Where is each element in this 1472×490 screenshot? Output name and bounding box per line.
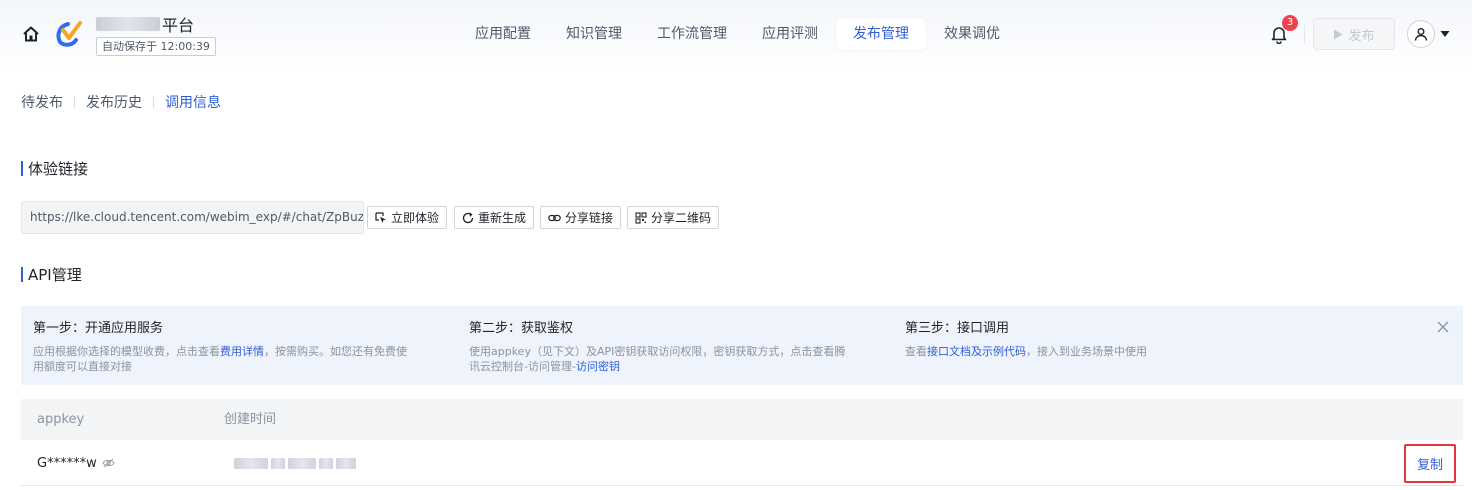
step-2-desc-text: 讯云控制台-访问管理- (469, 360, 576, 373)
appkey-cell: G******w (37, 440, 115, 486)
eye-off-icon[interactable] (102, 458, 115, 468)
link-icon (548, 214, 561, 221)
subtab-history[interactable]: 发布历史 (86, 92, 142, 112)
tab-tuning[interactable]: 效果调优 (927, 18, 1017, 50)
step-2-title: 第二步：获取鉴权 (469, 321, 574, 336)
step-2-desc: 使用appkey（见下文）及API密钥获取访问权限，密钥获取方式，点击查看腾 讯… (469, 344, 889, 374)
step-3-desc-text: 查看 (905, 345, 927, 358)
share-link-button[interactable]: 分享链接 (540, 206, 622, 229)
api-docs-link[interactable]: 接口文档及示例代码 (927, 345, 1026, 358)
step-3-desc-text: ，接入到业务场景中使用 (1026, 345, 1147, 358)
step-1-desc: 应用根据你选择的模型收费，点击查看费用详情，按需购买。如您还有免费使 用额度可以… (33, 344, 453, 374)
publish-label: 发布 (1348, 28, 1375, 44)
app-name-redacted (96, 17, 160, 31)
step-3-desc: 查看接口文档及示例代码，接入到业务场景中使用 (905, 344, 1325, 359)
step-3-title: 第三步：接口调用 (905, 321, 1010, 336)
appkey-value: G******w (37, 455, 97, 471)
refresh-icon (462, 211, 474, 223)
tab-knowledge[interactable]: 知识管理 (549, 18, 639, 50)
caret-down-icon[interactable] (1440, 30, 1450, 38)
column-header-created-time: 创建时间 (224, 412, 277, 427)
app-name: 平台 (96, 14, 195, 35)
home-icon[interactable] (22, 25, 40, 43)
section-title-experience: 体验链接 (21, 158, 88, 178)
step-1-desc-text: 用额度可以直接对接 (33, 360, 132, 373)
user-icon (1414, 28, 1428, 41)
copy-button[interactable]: 复制 (1404, 444, 1456, 483)
share-link-label: 分享链接 (565, 211, 614, 225)
qrcode-icon (635, 211, 647, 224)
app-name-suffix: 平台 (162, 16, 195, 35)
column-header-appkey: appkey (37, 412, 85, 427)
regenerate-button[interactable]: 重新生成 (454, 206, 535, 229)
try-now-button[interactable]: 立即体验 (367, 206, 448, 229)
created-time-redacted (234, 458, 356, 469)
steps-banner: 第一步：开通应用服务 应用根据你选择的模型收费，点击查看费用详情，按需购买。如您… (21, 306, 1463, 385)
tab-workflow[interactable]: 工作流管理 (640, 18, 744, 50)
access-key-link[interactable]: 访问密钥 (576, 360, 620, 373)
step-1-desc-text: 应用根据你选择的模型收费，点击查看 (33, 345, 220, 358)
play-icon (1334, 29, 1343, 39)
avatar[interactable] (1407, 20, 1435, 48)
autosave-status: 自动保存于 12:00:39 (96, 37, 216, 56)
table-row: G******w 复制 (21, 440, 1463, 486)
step-1-title: 第一步：开通应用服务 (33, 321, 164, 336)
step-1-desc-text: ，按需购买。如您还有免费使 (264, 345, 407, 358)
try-now-label: 立即体验 (391, 211, 440, 225)
main-nav: 应用配置 知识管理 工作流管理 应用评测 发布管理 效果调优 (458, 18, 1018, 50)
step-2: 第二步：获取鉴权 使用appkey（见下文）及API密钥获取访问权限，密钥获取方… (469, 320, 889, 374)
tab-app-config[interactable]: 应用配置 (458, 18, 548, 50)
step-3: 第三步：接口调用 查看接口文档及示例代码，接入到业务场景中使用 (905, 320, 1325, 359)
close-icon[interactable] (1437, 321, 1449, 333)
divider (1304, 25, 1305, 43)
cursor-icon (375, 211, 386, 223)
fee-details-link[interactable]: 费用详情 (220, 345, 264, 358)
tab-release[interactable]: 发布管理 (836, 18, 926, 50)
app-logo-icon (56, 21, 82, 47)
section-title-api: API管理 (21, 264, 82, 284)
share-qrcode-label: 分享二维码 (651, 211, 712, 225)
subtab-call-info[interactable]: 调用信息 (165, 92, 221, 112)
regenerate-label: 重新生成 (478, 211, 527, 225)
notification-badge: 3 (1282, 15, 1298, 31)
top-bar: 平台 自动保存于 12:00:39 应用配置 知识管理 工作流管理 应用评测 发… (0, 0, 1472, 68)
step-2-desc-text: 使用appkey（见下文）及API密钥获取访问权限，密钥获取方式，点击查看腾 (469, 345, 846, 358)
sub-tabs: 待发布 发布历史 调用信息 (21, 92, 221, 112)
table-header: appkey 创建时间 (21, 399, 1463, 440)
publish-button[interactable]: 发布 (1313, 18, 1395, 50)
divider (74, 96, 75, 108)
subtab-pending[interactable]: 待发布 (21, 92, 63, 112)
divider (153, 96, 154, 108)
share-qrcode-button[interactable]: 分享二维码 (627, 206, 720, 229)
step-1: 第一步：开通应用服务 应用根据你选择的模型收费，点击查看费用详情，按需购买。如您… (33, 320, 453, 374)
tab-evaluation[interactable]: 应用评测 (745, 18, 835, 50)
experience-link-field[interactable]: https://lke.cloud.tencent.com/webim_exp/… (21, 201, 364, 234)
